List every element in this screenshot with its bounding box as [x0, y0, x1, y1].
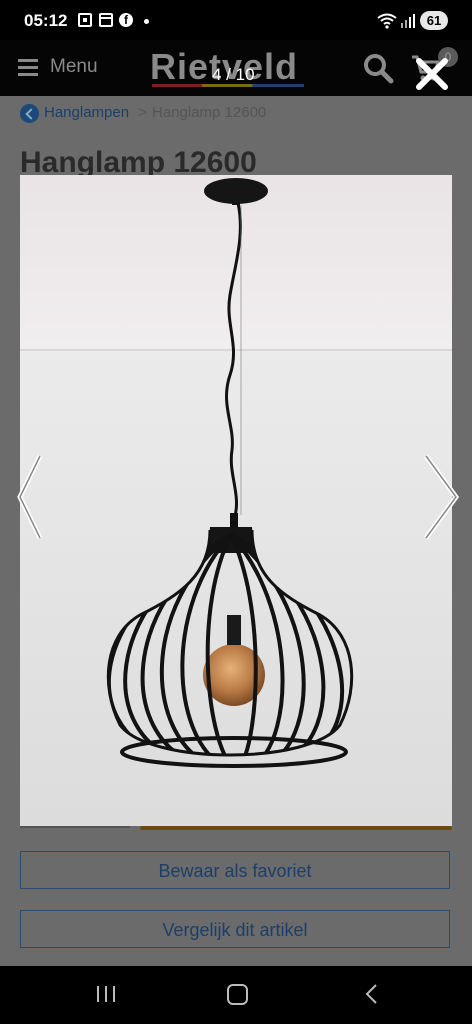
breadcrumb-parent-link[interactable]: Hanglampen — [44, 104, 129, 121]
battery-icon: 61 — [420, 11, 448, 30]
site-header: Menu Rietveld 4 / 10 0 — [0, 40, 472, 96]
menu-label[interactable]: Menu — [50, 56, 98, 78]
back-icon[interactable] — [364, 984, 378, 1004]
recent-apps-icon[interactable] — [96, 985, 116, 1003]
facebook-icon: f — [119, 13, 133, 27]
compare-article-button[interactable]: Vergelijk dit artikel — [20, 910, 450, 948]
calendar-icon — [99, 13, 113, 27]
divider — [20, 826, 130, 828]
breadcrumb-current: Hanglamp 12600 — [152, 104, 267, 121]
save-favorite-button[interactable]: Bewaar als favoriet — [20, 851, 450, 889]
clock: 05:12 — [24, 11, 68, 30]
system-nav-bar — [0, 966, 472, 1024]
back-arrow-icon[interactable] — [20, 104, 39, 123]
breadcrumb-separator: > — [138, 104, 147, 121]
search-icon[interactable] — [362, 52, 394, 84]
next-image-arrow[interactable] — [420, 452, 464, 542]
wifi-icon — [377, 13, 397, 29]
home-icon[interactable] — [227, 984, 248, 1005]
screenshot-icon — [78, 13, 92, 27]
previous-image-arrow[interactable] — [14, 452, 44, 542]
pendant-lamp-photo — [20, 175, 452, 826]
lightbox-product-image[interactable] — [20, 175, 452, 826]
image-counter: 4 / 10 — [212, 65, 255, 84]
status-bar: 05:12 f 61 — [0, 0, 472, 40]
hamburger-icon[interactable] — [18, 59, 38, 80]
signal-icon — [401, 14, 415, 28]
notification-dot — [144, 19, 149, 24]
close-lightbox-button[interactable] — [414, 56, 450, 92]
add-to-cart-bar — [140, 826, 452, 830]
